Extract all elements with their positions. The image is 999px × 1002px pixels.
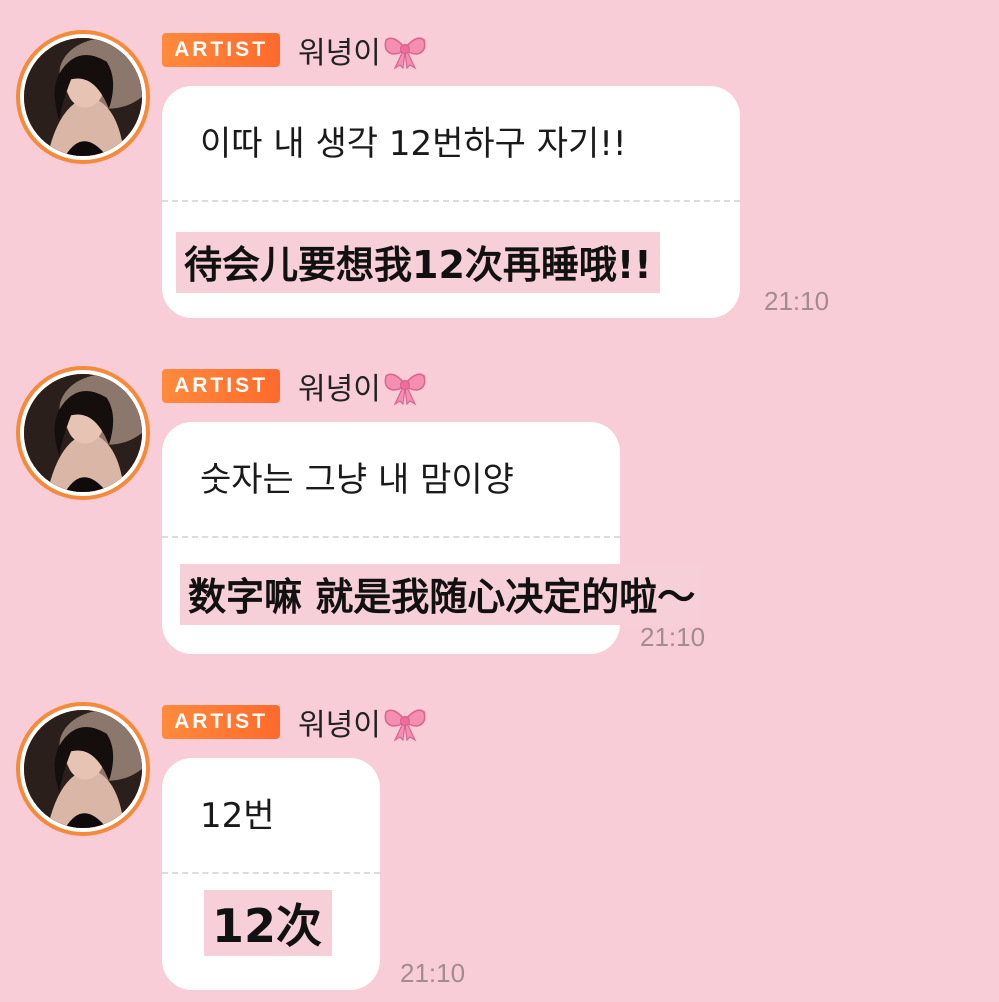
sender-name[interactable]: 워녕이 <box>298 362 427 410</box>
avatar-photo <box>24 38 142 156</box>
message-group: ARTIST 워녕이 숫자는 그냥 내 맘이양 数字嘛 就是我随心决定的啦～ 2… <box>0 336 999 666</box>
message-group: ARTIST 워녕이 12번 12次 21:10 <box>0 672 999 1002</box>
sender-name-label: 워녕이 <box>298 708 381 743</box>
translation-text: 12次 <box>204 890 333 956</box>
bow-icon <box>384 373 426 406</box>
divider <box>162 200 740 202</box>
sender-name-label: 워녕이 <box>298 36 381 71</box>
message-bubble[interactable]: 이따 내 생각 12번하구 자기!! 待会儿要想我12次再睡哦!! <box>162 86 740 318</box>
divider <box>162 872 380 874</box>
sender-name-label: 워녕이 <box>298 372 381 407</box>
bow-icon <box>384 37 426 70</box>
timestamp: 21:10 <box>764 286 830 316</box>
avatar[interactable] <box>16 702 150 836</box>
timestamp: 21:10 <box>640 622 706 652</box>
message-text: 숫자는 그냥 내 맘이양 <box>200 460 514 500</box>
avatar-photo <box>24 710 142 828</box>
divider <box>162 536 620 538</box>
artist-badge: ARTIST <box>162 33 280 67</box>
artist-badge: ARTIST <box>162 369 280 403</box>
artist-badge: ARTIST <box>162 705 280 739</box>
sender-name[interactable]: 워녕이 <box>298 698 427 746</box>
message-text: 12번 <box>200 796 275 836</box>
translation-text: 待会儿要想我12次再睡哦!! <box>176 232 660 293</box>
avatar[interactable] <box>16 30 150 164</box>
timestamp: 21:10 <box>400 958 466 988</box>
translation-text: 数字嘛 就是我随心决定的啦～ <box>180 564 704 625</box>
avatar[interactable] <box>16 366 150 500</box>
avatar-photo <box>24 374 142 492</box>
message-group: ARTIST 워녕이 이따 내 생각 12번하구 자기!! 待会儿要想我12次再… <box>0 0 999 330</box>
sender-name[interactable]: 워녕이 <box>298 26 427 74</box>
message-bubble[interactable]: 숫자는 그냥 내 맘이양 数字嘛 就是我随心决定的啦～ <box>162 422 704 654</box>
message-bubble[interactable]: 12번 12次 <box>162 758 380 990</box>
bow-icon <box>384 709 426 742</box>
message-text: 이따 내 생각 12번하구 자기!! <box>200 124 627 164</box>
